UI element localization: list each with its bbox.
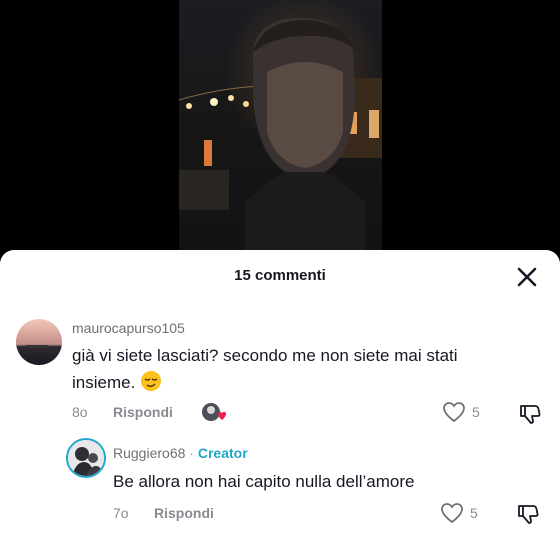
separator-dot: · [189, 445, 194, 461]
like-count: 5 [470, 505, 478, 521]
video-player[interactable] [0, 0, 560, 262]
avatar-image [68, 440, 104, 476]
reply-comment-item: Ruggiero68 · Creator Be allora non hai c… [0, 250, 560, 537]
dislike-icon[interactable] [516, 502, 540, 526]
like-button[interactable]: 5 [440, 502, 478, 524]
reply-button[interactable]: Rispondi [154, 505, 214, 521]
comment-time: 7o [113, 505, 129, 521]
video-frame [179, 0, 382, 262]
person-silhouette [245, 17, 365, 262]
creator-badge: Creator [197, 445, 248, 461]
comments-sheet: 15 commenti maurocapurso105 già vi siete… [0, 250, 560, 537]
comment-username-row: Ruggiero68 · Creator [113, 445, 248, 461]
comment-username[interactable]: Ruggiero68 [113, 445, 185, 461]
comment-text-line: Be allora non hai capito nulla dell’amor… [113, 472, 415, 491]
heart-icon [441, 503, 463, 524]
avatar[interactable] [66, 438, 106, 478]
